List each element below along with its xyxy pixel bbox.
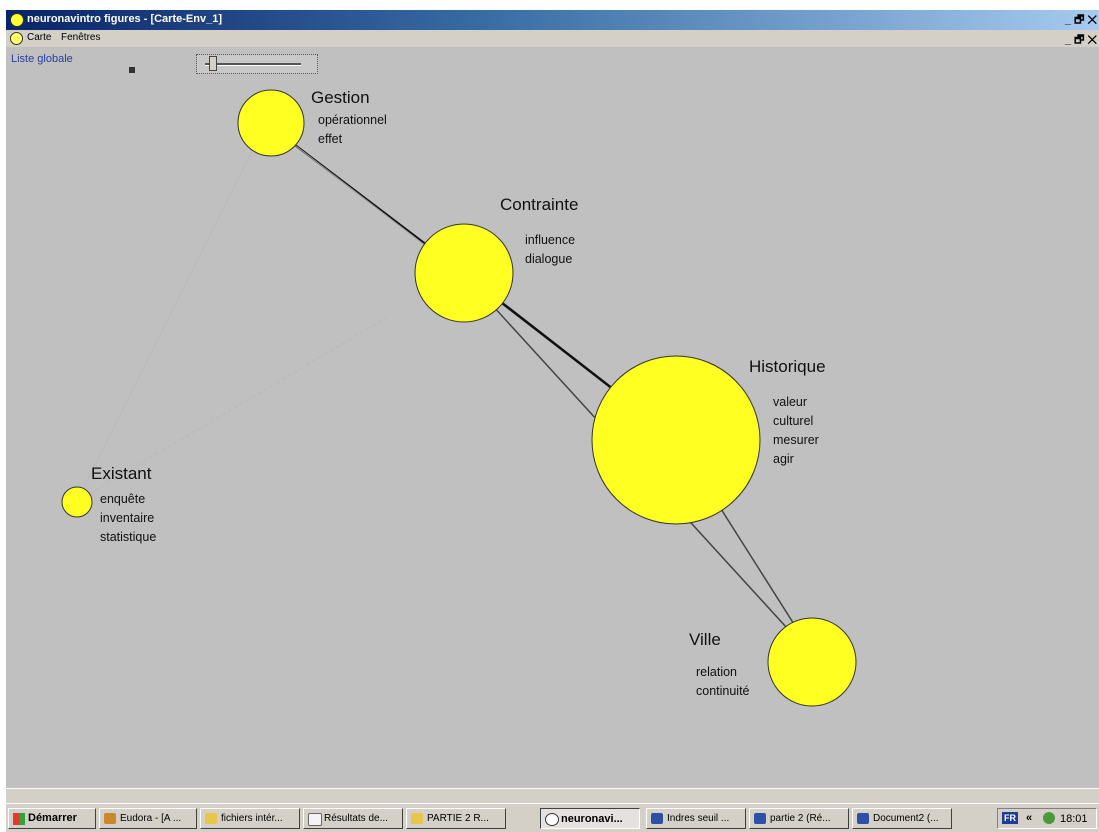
node-historique-title: Historique <box>749 357 826 376</box>
task-label: Eudora - [A ... <box>120 813 182 824</box>
status-bar <box>6 788 1099 803</box>
taskbar-button-partie2-re[interactable]: partie 2 (Ré... <box>749 808 849 829</box>
system-tray: FR « 18:01 <box>997 808 1097 829</box>
term: effet <box>318 132 343 146</box>
node-historique[interactable] <box>591 355 761 525</box>
windows-flag-icon <box>13 813 25 825</box>
task-label: neuronavi... <box>561 813 623 825</box>
node-gestion[interactable] <box>237 89 305 157</box>
word-icon <box>754 813 766 824</box>
node-existant[interactable] <box>61 486 93 518</box>
tray-expand-button[interactable]: « <box>1026 812 1032 824</box>
term: influence <box>525 233 576 247</box>
document-icon <box>308 813 322 826</box>
node-contrainte[interactable] <box>414 223 514 323</box>
term: inventaire <box>100 511 155 525</box>
application-window: neuronavintro figures - [Carte-Env_1] _ … <box>6 10 1099 832</box>
taskbar-button-resultats[interactable]: Résultats de... <box>303 808 403 829</box>
node-existant-title: Existant <box>91 464 152 483</box>
term: enquête <box>100 492 146 506</box>
node-ville-title: Ville <box>689 630 721 649</box>
taskbar-button-fichiers[interactable]: fichiers intér... <box>200 808 300 829</box>
taskbar-button-document2[interactable]: Document2 (... <box>852 808 952 829</box>
link-gestion-existant <box>76 122 267 502</box>
task-label: PARTIE 2 R... <box>427 813 489 824</box>
node-gestion-terms: opérationnel effet <box>318 111 387 149</box>
node-existant-terms: enquête inventaire statistique <box>100 490 156 547</box>
clock: 18:01 <box>1060 813 1088 825</box>
taskbar: Démarrer Eudora - [A ... fichiers intér.… <box>6 803 1099 832</box>
taskbar-button-neuronav[interactable]: neuronavi... <box>540 808 640 829</box>
word-icon <box>651 813 663 824</box>
eudora-icon <box>104 813 116 824</box>
word-icon <box>857 813 869 824</box>
term: agir <box>773 452 794 466</box>
language-indicator[interactable]: FR <box>1002 812 1018 824</box>
node-historique-terms: valeur culturel mesurer agir <box>773 393 819 469</box>
node-contrainte-terms: influence dialogue <box>525 231 575 269</box>
task-label: Document2 (... <box>873 813 939 824</box>
neuronav-icon <box>545 813 559 826</box>
taskbar-button-partie2[interactable]: PARTIE 2 R... <box>406 808 506 829</box>
term: mesurer <box>773 433 819 447</box>
task-label: Résultats de... <box>324 813 388 824</box>
term: dialogue <box>525 252 573 266</box>
term: opérationnel <box>318 113 387 127</box>
node-ville[interactable] <box>767 617 857 707</box>
term: valeur <box>773 395 808 409</box>
network-icon[interactable] <box>1043 812 1055 824</box>
taskbar-button-eudora[interactable]: Eudora - [A ... <box>99 808 197 829</box>
task-label: fichiers intér... <box>221 813 283 824</box>
concept-map <box>61 89 857 707</box>
node-contrainte-title: Contrainte <box>500 195 579 214</box>
term: statistique <box>100 530 157 544</box>
node-ville-terms: relation continuité <box>696 663 750 701</box>
term: culturel <box>773 414 814 428</box>
term: relation <box>696 665 737 679</box>
task-label: partie 2 (Ré... <box>770 813 831 824</box>
start-label: Démarrer <box>28 812 77 824</box>
term: continuité <box>696 684 750 698</box>
start-button[interactable]: Démarrer <box>8 808 96 829</box>
folder-icon <box>205 813 217 824</box>
taskbar-button-indres[interactable]: Indres seuil ... <box>646 808 746 829</box>
task-label: Indres seuil ... <box>667 813 730 824</box>
node-gestion-title: Gestion <box>311 88 370 107</box>
folder-icon <box>411 813 423 824</box>
